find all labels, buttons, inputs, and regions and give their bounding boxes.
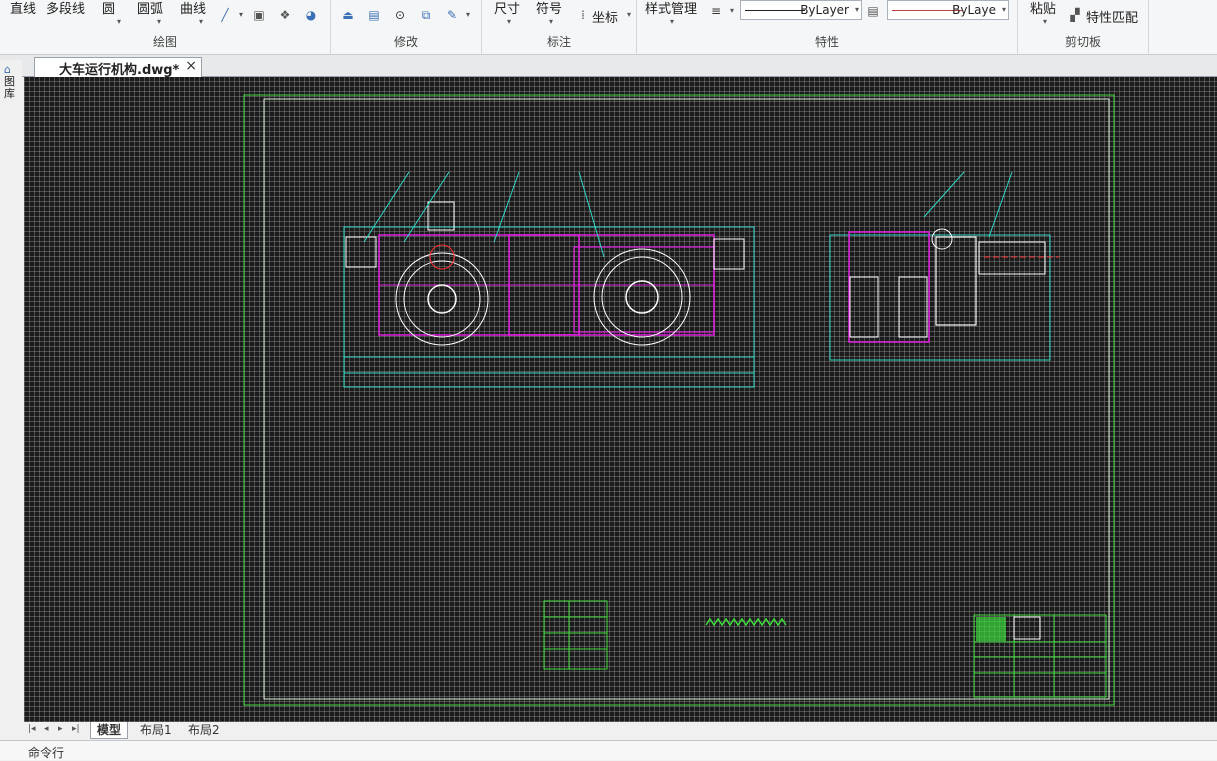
lineweight-dropdown-icon[interactable]: ▾ bbox=[725, 4, 739, 18]
panel-draw: 直线 多段线 圆 圆弧 曲线 ▾ ▾ ▾ ╱ ▾ ▣ ❖ ◕ 绘图 bbox=[0, 0, 331, 54]
modify-dropdown-icon[interactable]: ▾ bbox=[461, 8, 475, 22]
linetype-dropdown-icon: ▾ bbox=[854, 5, 859, 14]
symbol-dropdown-icon[interactable]: ▾ bbox=[544, 15, 558, 29]
leader-3 bbox=[493, 171, 520, 243]
right-gear-small bbox=[931, 228, 953, 250]
rectangle-icon[interactable]: ▣ bbox=[252, 8, 266, 22]
leader-2 bbox=[403, 171, 450, 243]
title-block bbox=[973, 614, 1107, 698]
color-combo[interactable]: ByLaye ▾ bbox=[887, 0, 1009, 20]
right-wheel-outer bbox=[593, 248, 691, 346]
ray-line-icon[interactable]: ╱ bbox=[218, 8, 232, 22]
polyline-button[interactable]: 多段线 bbox=[46, 0, 85, 17]
close-icon[interactable]: × bbox=[185, 58, 197, 74]
edit-icon[interactable]: ✎ bbox=[445, 8, 459, 22]
prev-tab-icon[interactable]: ◂ bbox=[44, 724, 49, 734]
cad-drawing bbox=[243, 94, 1115, 706]
leader-5 bbox=[923, 171, 965, 218]
right-motor-body bbox=[935, 236, 977, 326]
panel-title-modify: 修改 bbox=[393, 35, 418, 49]
panel-properties: 样式管理 ▾ ≡ ▾ ByLayer ▾ ▤ ByLaye ▾ 特性 bbox=[637, 0, 1018, 54]
stretch-icon[interactable]: ▤ bbox=[367, 8, 381, 22]
left-palette: ⌂ 图库 bbox=[0, 60, 22, 722]
color-dropdown-icon: ▾ bbox=[1001, 5, 1006, 14]
right-assembly bbox=[829, 171, 1059, 361]
rotate-icon[interactable]: ⊙ bbox=[393, 8, 407, 22]
paste-dropdown-icon[interactable]: ▾ bbox=[1038, 15, 1052, 29]
linecolor-icon[interactable]: ▤ bbox=[866, 4, 880, 18]
right-motor-end bbox=[978, 241, 1046, 275]
panel-modify: ⏏ ▤ ⊙ ⧉ ✎ ▾ 修改 bbox=[331, 0, 482, 54]
leader-4 bbox=[578, 171, 605, 258]
left-motor-coupling bbox=[345, 236, 377, 268]
right-part-a bbox=[849, 276, 879, 338]
panel-title-draw: 绘图 bbox=[152, 35, 177, 49]
mirror-icon[interactable]: ⏏ bbox=[341, 8, 355, 22]
last-tab-icon[interactable]: ▸| bbox=[72, 724, 80, 734]
lineweight-icon[interactable]: ≡ bbox=[709, 4, 723, 18]
coordinate-icon: ⁞ bbox=[581, 8, 585, 22]
panel-title-properties: 特性 bbox=[814, 35, 839, 49]
right-wheel-hub bbox=[625, 280, 659, 314]
left-wheel-hub bbox=[427, 284, 457, 314]
left-top-bracket bbox=[427, 201, 455, 231]
tab-layout1[interactable]: 布局1 bbox=[134, 722, 178, 738]
technical-notes bbox=[705, 617, 787, 627]
left-outline-cyan bbox=[343, 226, 755, 388]
match-properties-icon: ▞ bbox=[1070, 8, 1080, 22]
library-palette-button[interactable]: ⌂ 图库 bbox=[4, 64, 18, 100]
left-wheel-outer bbox=[395, 252, 489, 346]
panel-clipboard: 粘贴 ▾ ▞ 特性匹配 剪切板 bbox=[1018, 0, 1149, 54]
document-tab[interactable]: 大车运行机构.dwg* × bbox=[34, 57, 202, 78]
panel-title-clipboard: 剪切板 bbox=[1064, 35, 1101, 49]
hatch-icon[interactable]: ◕ bbox=[304, 8, 318, 22]
leader-1 bbox=[363, 171, 410, 243]
right-wheel-mid bbox=[601, 256, 683, 338]
ribbon: 直线 多段线 圆 圆弧 曲线 ▾ ▾ ▾ ╱ ▾ ▣ ❖ ◕ 绘图 ⏏ ▤ ⊙ … bbox=[0, 0, 1217, 55]
library-label: 图库 bbox=[4, 75, 15, 100]
drawing-canvas[interactable] bbox=[24, 77, 1217, 722]
document-tab-name: 大车运行机构.dwg* bbox=[59, 63, 180, 78]
region-icon[interactable]: ❖ bbox=[278, 8, 292, 22]
line-button[interactable]: 直线 bbox=[10, 0, 36, 17]
command-line[interactable]: 命令行 bbox=[0, 741, 1217, 760]
circle-dropdown-icon[interactable]: ▾ bbox=[112, 15, 126, 29]
left-gear-small bbox=[429, 244, 455, 270]
first-tab-icon[interactable]: |◂ bbox=[28, 724, 36, 734]
coordinate-button[interactable]: 坐标 bbox=[592, 7, 618, 26]
left-wheel-mid bbox=[403, 260, 481, 338]
drawing-frame-inner bbox=[263, 98, 1110, 700]
match-properties-button[interactable]: 特性匹配 bbox=[1086, 7, 1138, 26]
arc-dropdown-icon[interactable]: ▾ bbox=[152, 15, 166, 29]
drawing-frame-outer bbox=[243, 94, 1115, 706]
right-part-b bbox=[898, 276, 928, 338]
ray-dropdown-icon[interactable]: ▾ bbox=[234, 8, 248, 22]
linetype-value: ByLayer bbox=[800, 3, 849, 17]
tab-model[interactable]: 模型 bbox=[90, 722, 129, 739]
color-value: ByLaye bbox=[952, 3, 996, 17]
linetype-combo[interactable]: ByLayer ▾ bbox=[740, 0, 862, 20]
document-tab-bar: 大车运行机构.dwg* × bbox=[0, 55, 1217, 78]
right-motor-coupling bbox=[713, 238, 745, 270]
curve-dropdown-icon[interactable]: ▾ bbox=[194, 15, 208, 29]
parts-table-small bbox=[543, 600, 608, 670]
tab-layout2[interactable]: 布局2 bbox=[182, 722, 226, 738]
leader-6 bbox=[988, 171, 1013, 238]
layout-tab-bar: |◂ ◂ ▸ ▸| 模型 布局1 布局2 bbox=[0, 722, 1217, 741]
coordinate-dropdown-icon[interactable]: ▾ bbox=[622, 8, 636, 22]
dimension-dropdown-icon[interactable]: ▾ bbox=[502, 15, 516, 29]
command-line-label: 命令行 bbox=[28, 746, 65, 760]
panel-title-annotate: 标注 bbox=[546, 35, 571, 49]
style-manager-dropdown-icon[interactable]: ▾ bbox=[665, 15, 679, 29]
panel-annotate: 尺寸 符号 ▾ ▾ ⁞ 坐标 ▾ 标注 bbox=[482, 0, 637, 54]
left-assembly bbox=[343, 171, 755, 388]
next-tab-icon[interactable]: ▸ bbox=[58, 724, 63, 734]
copy-icon[interactable]: ⧉ bbox=[419, 8, 433, 22]
right-frame-magenta bbox=[848, 231, 930, 343]
